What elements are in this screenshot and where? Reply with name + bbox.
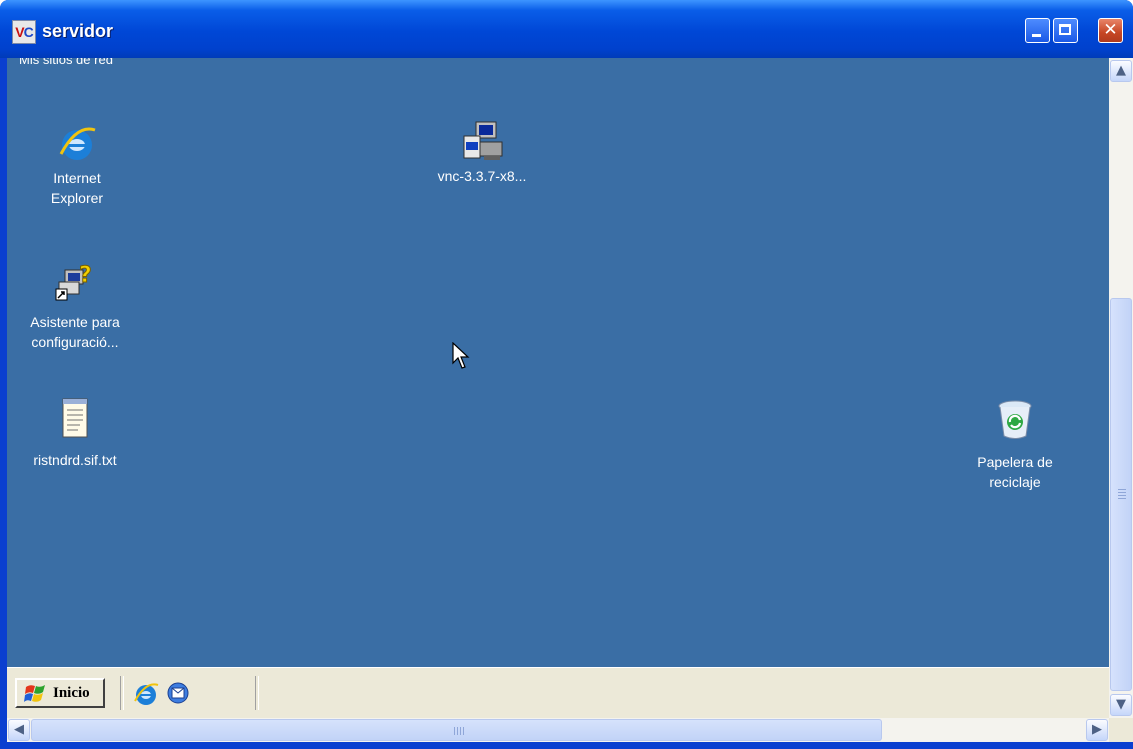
notepad-file-icon — [62, 398, 88, 438]
close-icon: ✕ — [1103, 20, 1118, 40]
desktop-icon-label-network-places: Mis sitios de red — [19, 58, 113, 67]
windows-logo-icon — [24, 685, 45, 702]
recycle-bin-icon — [998, 400, 1032, 439]
svg-text:?: ? — [79, 263, 92, 288]
taskbar-separator — [255, 676, 259, 710]
desktop-icon-label: vnc-3.3.7-x8... — [437, 168, 527, 184]
minimize-icon — [1032, 34, 1041, 37]
horizontal-scrollbar[interactable]: ◀ ▶ — [7, 718, 1109, 742]
close-button[interactable]: ✕ — [1098, 18, 1123, 43]
scroll-left-button[interactable]: ◀ — [8, 719, 30, 741]
title-bar[interactable]: VC servidor ✕ — [0, 0, 1133, 58]
maximize-icon — [1059, 24, 1071, 35]
desktop-icon-vnc-installer[interactable]: vnc-3.3.7-x8... — [412, 120, 552, 186]
vnc-viewer-window: VC servidor ✕ Mis sitios de red Internet… — [0, 0, 1133, 749]
desktop-icon-recycle-bin[interactable]: Papelera de reciclaje — [963, 396, 1067, 492]
desktop-icon-label: Internet — [53, 170, 101, 186]
desktop-icon-label: reciclaje — [989, 474, 1041, 490]
internet-explorer-icon[interactable] — [133, 681, 159, 707]
taskbar: Inicio — [7, 667, 1109, 718]
resize-grip[interactable] — [1109, 718, 1133, 742]
outlook-express-icon[interactable] — [165, 680, 191, 706]
vnc-app-icon[interactable]: VC — [12, 20, 36, 44]
start-button-label: Inicio — [53, 685, 90, 701]
grip-icon — [454, 727, 464, 735]
mouse-cursor-icon — [452, 342, 470, 369]
scroll-right-button[interactable]: ▶ — [1086, 719, 1108, 741]
desktop-icon-setup-wizard[interactable]: ? Asistente para configuració... — [15, 260, 135, 352]
vertical-scrollbar[interactable]: ▲ ▼ — [1109, 58, 1133, 718]
desktop-icon-internet-explorer[interactable]: Internet Explorer — [29, 124, 125, 208]
chevron-right-icon: ▶ — [1092, 722, 1102, 737]
scroll-up-button[interactable]: ▲ — [1110, 60, 1132, 82]
horizontal-scroll-thumb[interactable] — [31, 719, 882, 741]
wizard-shortcut-icon: ? — [55, 263, 92, 301]
desktop-icon-label: Explorer — [50, 190, 104, 206]
scroll-down-button[interactable]: ▼ — [1110, 694, 1132, 716]
window-title: servidor — [42, 21, 114, 41]
desktop-icon-text-file[interactable]: ristndrd.sif.txt — [15, 396, 135, 470]
grip-icon — [1118, 489, 1126, 501]
maximize-button[interactable] — [1053, 18, 1078, 43]
desktop-icon-label: configuració... — [31, 334, 119, 350]
chevron-down-icon: ▼ — [1116, 697, 1126, 712]
desktop-icon-label: Asistente para — [30, 314, 120, 330]
window-frame-bottom — [0, 742, 1133, 749]
start-button[interactable]: Inicio — [15, 678, 105, 708]
internet-explorer-icon — [59, 127, 96, 160]
minimize-button[interactable] — [1025, 18, 1050, 43]
chevron-up-icon: ▲ — [1116, 63, 1126, 78]
vertical-scroll-thumb[interactable] — [1110, 298, 1132, 691]
installer-icon — [463, 121, 503, 160]
taskbar-separator — [120, 676, 124, 710]
remote-desktop[interactable]: Mis sitios de red Internet Explorer vnc-… — [7, 58, 1109, 667]
desktop-icon-label: ristndrd.sif.txt — [33, 452, 117, 468]
chevron-left-icon: ◀ — [14, 722, 24, 737]
desktop-icon-label: Papelera de — [977, 454, 1053, 470]
